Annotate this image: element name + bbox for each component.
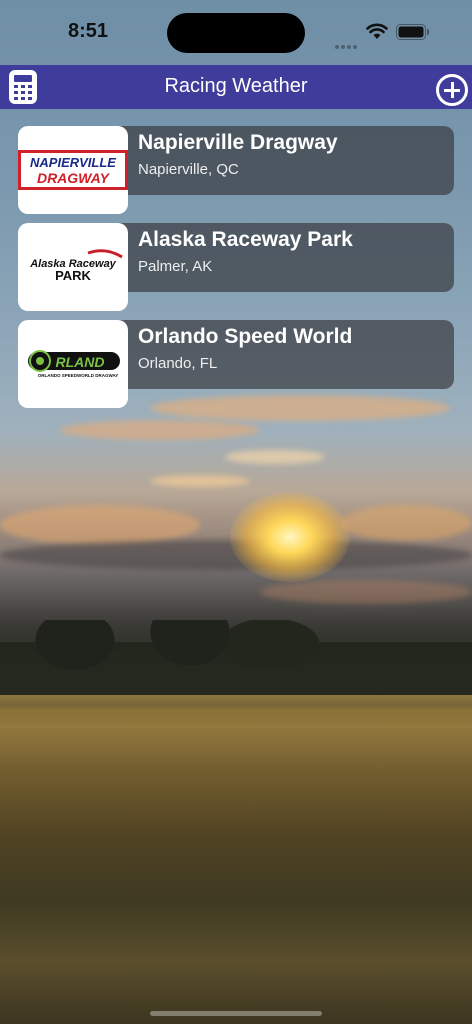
dynamic-island <box>167 13 305 53</box>
track-row-napierville[interactable]: Napierville Dragway Napierville, QC NAPI… <box>18 126 454 214</box>
nav-title: Racing Weather <box>164 75 308 97</box>
track-row-alaska[interactable]: Alaska Raceway Park Palmer, AK Alaska Ra… <box>18 223 454 311</box>
add-circle-icon[interactable] <box>436 74 468 106</box>
battery-icon <box>396 24 430 45</box>
track-row-orlando[interactable]: Orlando Speed World Orlando, FL RLAND OR… <box>18 320 454 408</box>
home-indicator <box>150 1011 322 1016</box>
track-list: Napierville Dragway Napierville, QC NAPI… <box>18 126 454 417</box>
track-name: Alaska Raceway Park <box>138 228 353 251</box>
logo-text-line1: RLAND <box>56 354 105 370</box>
track-name: Napierville Dragway <box>138 131 338 154</box>
track-info: Orlando Speed World Orlando, FL <box>118 320 454 389</box>
logo-text-line2: PARK <box>55 268 91 283</box>
wifi-icon <box>366 22 388 45</box>
track-location: Palmer, AK <box>138 258 213 275</box>
logo-text-line2: ORLANDO SPEEDWORLD DRAGWAY <box>38 373 119 378</box>
nav-bar: Racing Weather <box>0 65 472 109</box>
cellular-signal-icon <box>335 36 359 54</box>
orlando-speedworld-logo: RLAND ORLANDO SPEEDWORLD DRAGWAY <box>18 320 128 408</box>
track-info: Napierville Dragway Napierville, QC <box>118 126 454 195</box>
alaska-raceway-logo: Alaska Raceway PARK <box>18 223 128 311</box>
track-name: Orlando Speed World <box>138 325 353 348</box>
track-location: Orlando, FL <box>138 355 218 372</box>
logo-text-line1: NAPIERVILLE <box>30 155 116 170</box>
status-time: 8:51 <box>68 20 109 42</box>
logo-text-line2: DRAGWAY <box>37 170 111 186</box>
track-info: Alaska Raceway Park Palmer, AK <box>118 223 454 292</box>
track-location: Napierville, QC <box>138 161 239 178</box>
status-bar: 8:51 <box>0 0 472 64</box>
napierville-dragway-logo: NAPIERVILLE DRAGWAY <box>18 126 128 214</box>
screen: 8:51 Racing Weather Napierville Dragway … <box>0 0 472 1024</box>
